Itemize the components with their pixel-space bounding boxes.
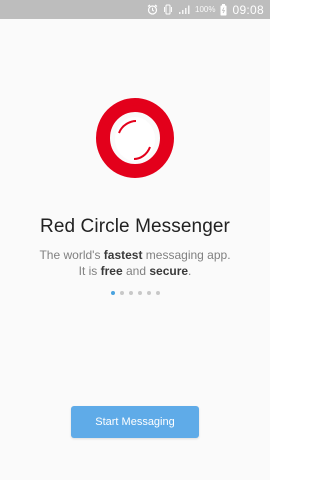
- page-dot[interactable]: [137, 291, 142, 295]
- intro-screen: Red Circle Messenger The world's fastest…: [0, 19, 270, 480]
- status-time: 09:08: [232, 2, 264, 17]
- tagline-line-2: It is free and secure.: [0, 263, 270, 279]
- page-dot[interactable]: [110, 291, 115, 295]
- tagline-emphasis: secure: [149, 264, 189, 278]
- tagline-emphasis: free: [100, 264, 123, 278]
- alarm-icon: [147, 4, 158, 15]
- app-title: Red Circle Messenger: [40, 216, 230, 237]
- battery-icon: [220, 3, 227, 16]
- battery-percent: 100%: [195, 5, 216, 14]
- signal-icon: [178, 4, 190, 15]
- page-indicator[interactable]: [0, 291, 270, 295]
- start-messaging-button[interactable]: Start Messaging: [71, 406, 199, 438]
- page-dot[interactable]: [128, 291, 133, 295]
- page-dot[interactable]: [119, 291, 124, 295]
- status-bar: 100% 09:08: [0, 0, 270, 19]
- tagline-text: messaging app.: [142, 248, 231, 262]
- vibrate-icon: [163, 4, 173, 15]
- tagline-text: .: [188, 264, 192, 278]
- tagline-text: The world's: [39, 248, 104, 262]
- tagline-text: and: [122, 264, 150, 278]
- tagline-text: It is: [78, 264, 101, 278]
- page-dot[interactable]: [146, 291, 151, 295]
- tagline: The world's fastest messaging app. It is…: [0, 247, 270, 279]
- red-circle-logo-icon: [96, 98, 174, 178]
- tagline-line-1: The world's fastest messaging app.: [0, 247, 270, 263]
- tagline-emphasis: fastest: [103, 248, 143, 262]
- page-dot[interactable]: [155, 291, 160, 295]
